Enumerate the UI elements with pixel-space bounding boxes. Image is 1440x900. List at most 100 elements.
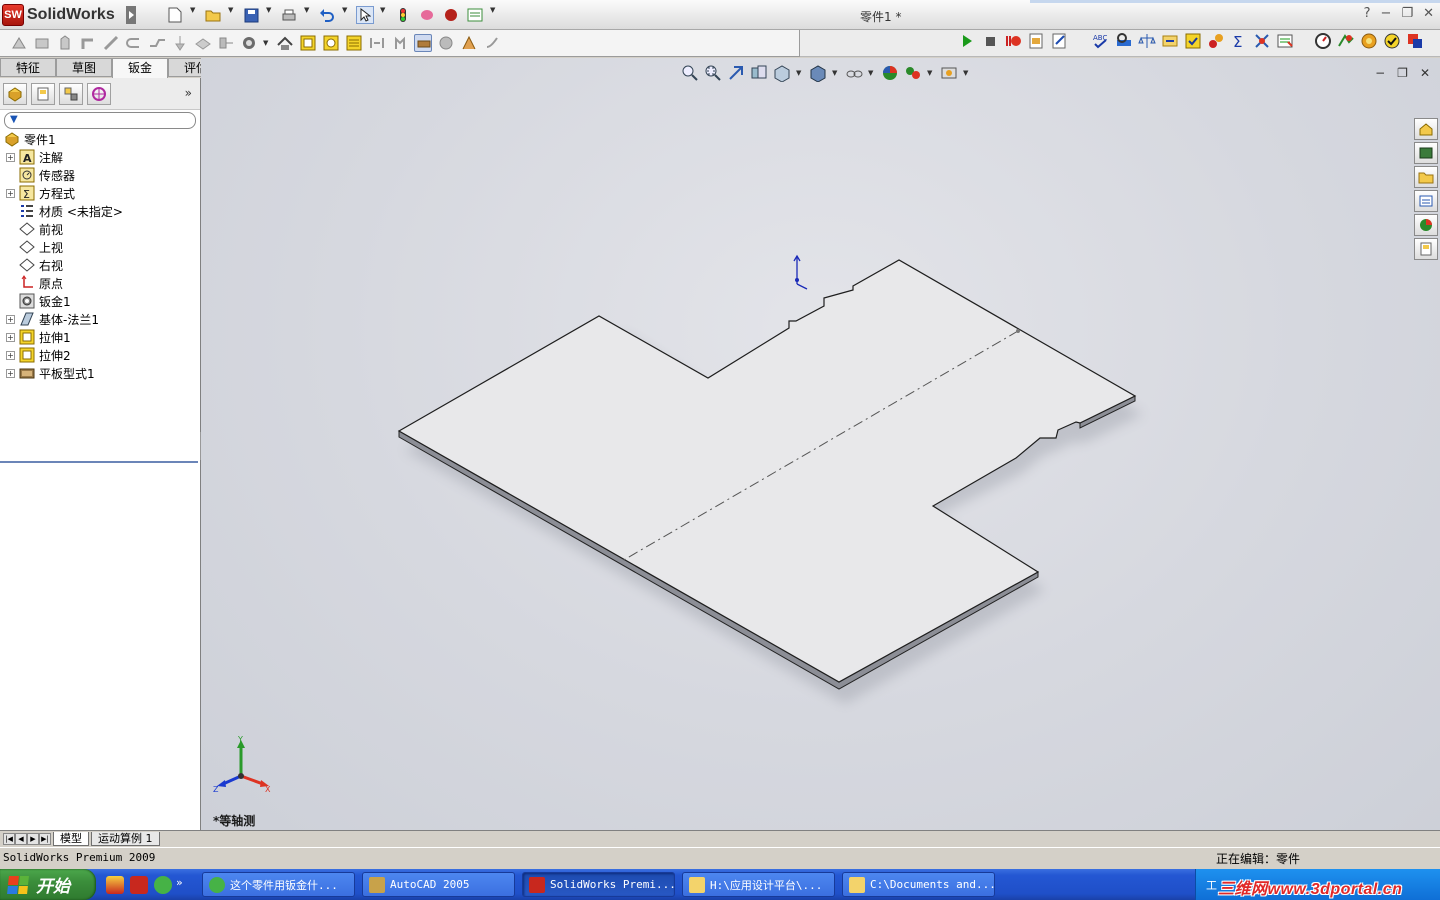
rip-icon[interactable] xyxy=(460,34,478,52)
tree-node[interactable]: 前视 xyxy=(0,220,200,238)
expand-toggle-icon[interactable]: + xyxy=(6,332,15,342)
simple-hole-icon[interactable] xyxy=(322,34,340,52)
customize-dropdown-icon[interactable]: ▼ xyxy=(490,6,498,24)
expand-toggle-icon[interactable]: + xyxy=(6,314,15,324)
geometry-analysis-icon[interactable] xyxy=(1276,32,1294,50)
undo-icon[interactable] xyxy=(318,6,336,24)
section-properties-icon[interactable] xyxy=(1161,32,1179,50)
save-icon[interactable] xyxy=(242,6,260,24)
check-icon[interactable] xyxy=(1184,32,1202,50)
taskbar-button-5[interactable]: C:\Documents and... xyxy=(842,872,995,897)
design-library-icon[interactable] xyxy=(1414,142,1438,164)
tree-node[interactable]: 右视 xyxy=(0,256,200,274)
design-check-icon[interactable] xyxy=(1383,32,1401,50)
quick-launch-app-icon[interactable] xyxy=(106,876,124,894)
expand-toggle-icon[interactable]: + xyxy=(6,368,15,378)
tree-node[interactable]: + A 注解 xyxy=(0,148,200,166)
tree-node[interactable]: 钣金1 xyxy=(0,292,200,310)
deviation-analysis-icon[interactable] xyxy=(1253,32,1271,50)
solidworks-resources-icon[interactable] xyxy=(1414,118,1438,140)
corner-dropdown-icon[interactable]: ▼ xyxy=(263,39,271,47)
insert-bends-icon[interactable] xyxy=(483,34,501,52)
fold-icon[interactable] xyxy=(391,34,409,52)
configuration-manager-tab-icon[interactable] xyxy=(59,82,83,105)
rebuild-icon[interactable] xyxy=(394,6,412,24)
start-button[interactable]: 开始 xyxy=(0,869,96,900)
tree-node[interactable]: + 拉伸2 xyxy=(0,346,200,364)
sketched-bend-icon[interactable] xyxy=(171,34,189,52)
tab-sketch[interactable]: 草图 xyxy=(56,58,112,77)
new-document-icon[interactable] xyxy=(166,6,184,24)
next-tab-icon[interactable]: ▶ xyxy=(27,832,39,845)
property-manager-tab-icon[interactable] xyxy=(31,82,55,105)
new-dropdown-icon[interactable]: ▼ xyxy=(190,6,198,24)
quick-launch-solidworks-icon[interactable] xyxy=(130,876,148,894)
spell-check-icon[interactable]: ABC xyxy=(1092,32,1110,50)
taskbar-button-2[interactable]: AutoCAD 2005 xyxy=(362,872,515,897)
last-tab-icon[interactable]: ▶| xyxy=(39,832,51,845)
base-flange-tool-icon[interactable] xyxy=(10,34,28,52)
open-icon[interactable] xyxy=(204,6,222,24)
appearances-icon[interactable] xyxy=(1414,214,1438,236)
close-icon[interactable]: ✕ xyxy=(1423,6,1434,21)
vent-icon[interactable] xyxy=(345,34,363,52)
flatten-icon[interactable] xyxy=(414,34,432,52)
jog-icon[interactable] xyxy=(148,34,166,52)
undo-dropdown-icon[interactable]: ▼ xyxy=(342,6,350,24)
equations-icon[interactable]: Σ xyxy=(1230,32,1248,51)
no-bends-icon[interactable] xyxy=(437,34,455,52)
forming-tool-icon[interactable] xyxy=(276,34,294,52)
tree-node[interactable]: + 平板型式1 xyxy=(0,364,200,382)
options-icon[interactable] xyxy=(442,6,460,24)
first-tab-icon[interactable]: |◀ xyxy=(3,832,15,845)
tree-node[interactable]: 材质 <未指定> xyxy=(0,202,200,220)
select-pointer-icon[interactable] xyxy=(356,6,374,24)
help-icon[interactable]: ? xyxy=(1364,6,1371,21)
sheet-metal-part[interactable] xyxy=(201,58,1440,830)
print-dropdown-icon[interactable]: ▼ xyxy=(304,6,312,24)
menu-flyout-arrow-icon[interactable] xyxy=(126,6,136,24)
save-dropdown-icon[interactable]: ▼ xyxy=(266,6,274,24)
customize-icon[interactable] xyxy=(466,6,484,24)
run-macro-icon[interactable] xyxy=(958,32,976,50)
stop-macro-icon[interactable] xyxy=(981,32,999,50)
cross-break-icon[interactable] xyxy=(194,34,212,52)
tree-node[interactable]: 零件1 xyxy=(0,130,200,148)
prev-tab-icon[interactable]: ◀ xyxy=(15,832,27,845)
dfm-xpress-icon[interactable] xyxy=(1406,32,1424,50)
closed-corner-icon[interactable] xyxy=(217,34,235,52)
quick-launch-browser-icon[interactable] xyxy=(154,876,172,894)
solidworks-logo[interactable]: SW SolidWorks xyxy=(2,3,134,27)
expand-toggle-icon[interactable]: + xyxy=(6,188,15,198)
miter-flange-icon[interactable] xyxy=(102,34,120,52)
tree-node[interactable]: 上视 xyxy=(0,238,200,256)
taskbar-button-4[interactable]: H:\应用设计平台\... xyxy=(682,872,835,897)
tree-node[interactable]: 原点 xyxy=(0,274,200,292)
expand-toggle-icon[interactable]: + xyxy=(6,350,15,360)
rollback-bar[interactable] xyxy=(0,461,198,463)
extruded-cut-icon[interactable] xyxy=(299,34,317,52)
taskbar-button-3[interactable]: SolidWorks Premi... xyxy=(522,872,675,897)
tree-node[interactable]: + 拉伸1 xyxy=(0,328,200,346)
view-palette-icon[interactable] xyxy=(1414,190,1438,212)
file-properties-icon[interactable] xyxy=(418,6,436,24)
select-dropdown-icon[interactable]: ▼ xyxy=(380,6,388,24)
performance-evaluation-icon[interactable] xyxy=(1314,32,1332,50)
tab-motion-study[interactable]: 运动算例 1 xyxy=(91,831,160,846)
mass-properties-icon[interactable] xyxy=(1138,32,1156,50)
measure-icon[interactable] xyxy=(1115,32,1133,50)
quick-launch-more-icon[interactable]: » xyxy=(176,876,183,894)
simulation-xpress-icon[interactable] xyxy=(1337,32,1355,50)
tab-features[interactable]: 特征 xyxy=(0,58,56,77)
floxpress-icon[interactable] xyxy=(1360,32,1378,50)
expand-toggle-icon[interactable]: + xyxy=(6,152,15,162)
taskbar-button-1[interactable]: 这个零件用钣金什... xyxy=(202,872,355,897)
record-macro-icon[interactable] xyxy=(1004,32,1022,50)
tab-sheet-metal[interactable]: 钣金 xyxy=(112,58,168,78)
tree-node[interactable]: + Σ 方程式 xyxy=(0,184,200,202)
dimxpert-manager-tab-icon[interactable] xyxy=(87,82,111,105)
convert-to-sheetmetal-icon[interactable] xyxy=(33,34,51,52)
custom-properties-icon[interactable] xyxy=(1414,238,1438,260)
lofted-bend-icon[interactable] xyxy=(56,34,74,52)
file-explorer-icon[interactable] xyxy=(1414,166,1438,188)
